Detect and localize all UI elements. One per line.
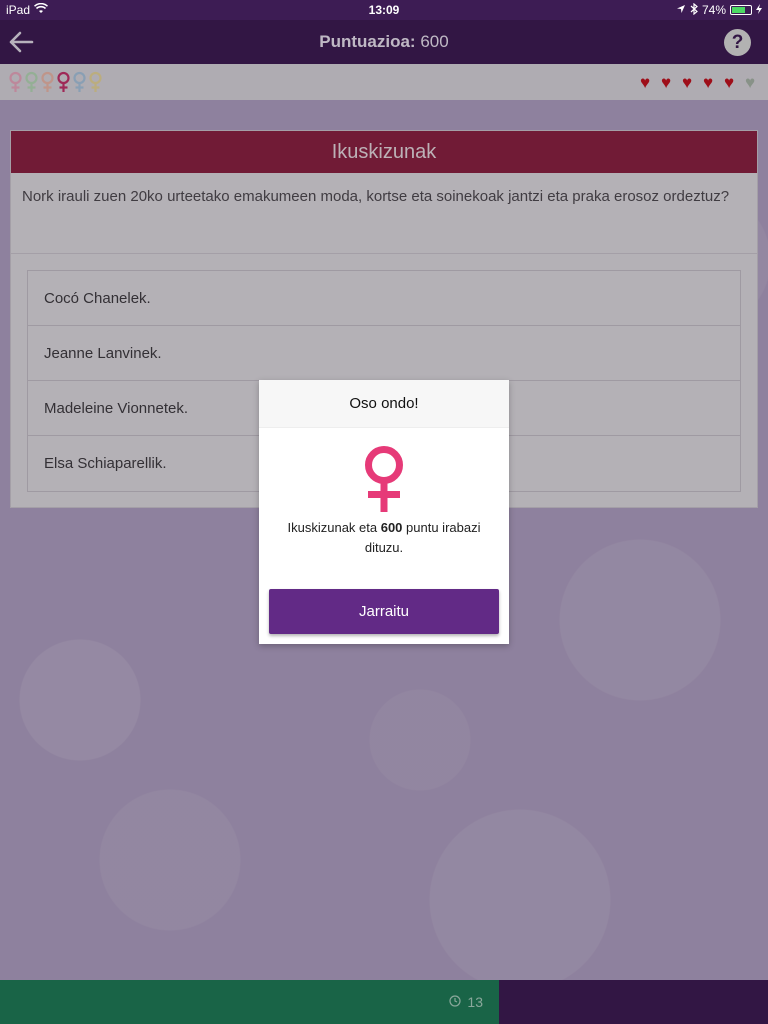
wifi-icon xyxy=(33,2,49,17)
dialog-title: Oso ondo! xyxy=(259,380,509,428)
device-name: iPad xyxy=(6,3,31,17)
battery-percent: 74% xyxy=(701,3,726,17)
charging-icon xyxy=(756,3,762,17)
battery-icon xyxy=(730,5,752,15)
location-icon xyxy=(676,3,686,17)
result-dialog: Oso ondo! Ikuskizunak eta 600 puntu irab… xyxy=(259,380,509,644)
status-bar: iPad 13:09 74% xyxy=(0,0,768,20)
bluetooth-icon xyxy=(690,2,698,18)
battery-level xyxy=(732,7,746,13)
venus-icon xyxy=(365,446,403,512)
points-earned: 600 xyxy=(380,520,403,535)
continue-button[interactable]: Jarraitu xyxy=(269,589,499,634)
app-background: iPad 13:09 74% Puntuazioa: 600 ? ♥ ♥ ♥ ♥… xyxy=(0,0,768,1024)
dialog-message: Ikuskizunak eta 600 puntu irabazi dituzu… xyxy=(287,520,481,555)
status-time: 13:09 xyxy=(368,3,400,17)
